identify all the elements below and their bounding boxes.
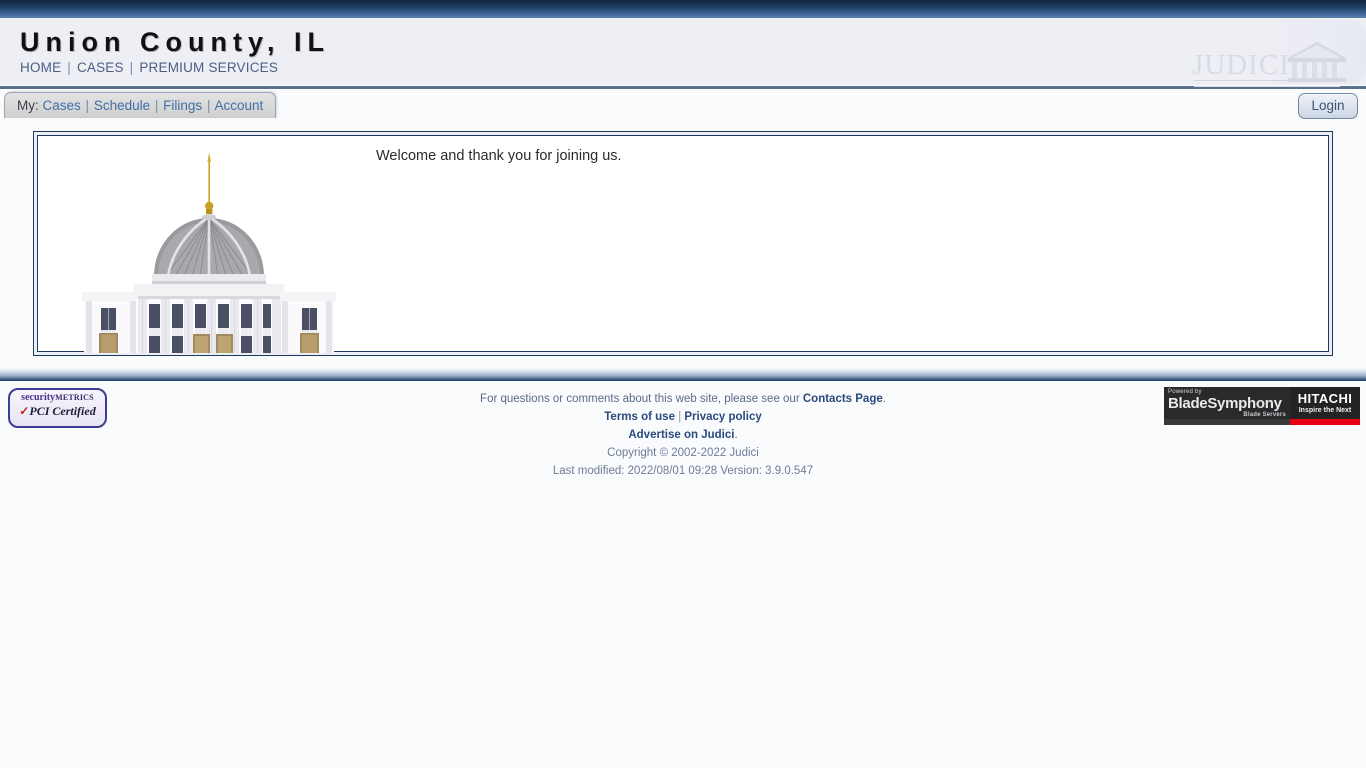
footer-link-separator: | xyxy=(678,411,682,423)
judici-logo[interactable]: JUDICI xyxy=(1192,40,1352,92)
footer-questions-suffix: . xyxy=(882,393,886,405)
hitachi-tagline: Inspire the Next xyxy=(1298,407,1352,414)
hitachi-section: HITACHI Inspire the Next xyxy=(1290,387,1360,425)
pci-certified-label: PCI Certified xyxy=(29,404,96,418)
security-metrics-badge[interactable]: securityMETRICS ✓PCI Certified xyxy=(8,388,107,428)
courthouse-building-illustration xyxy=(82,152,336,353)
contacts-page-link[interactable]: Contacts Page xyxy=(803,393,883,405)
pci-security-text: security xyxy=(21,392,56,403)
footer-contact-line: For questions or comments about this web… xyxy=(0,390,1366,408)
hitachi-red-bar xyxy=(1290,419,1360,425)
secondary-navbar: My: Cases | Schedule | Filings | Account… xyxy=(0,89,1366,121)
nav-link-premium-services[interactable]: PREMIUM SERVICES xyxy=(139,60,278,75)
content-frame-outer: Welcome and thank you for joining us. xyxy=(33,131,1333,356)
version-text: Last modified: 2022/08/01 09:28 Version:… xyxy=(552,465,814,477)
nav-separator: | xyxy=(129,60,134,75)
pci-badge-brand: securityMETRICS xyxy=(10,392,105,404)
primary-nav: HOME | CASES | PREMIUM SERVICES xyxy=(20,60,1366,75)
blade-symphony-banner[interactable]: Powered by BladeSymphony Blade Servers H… xyxy=(1164,387,1360,425)
nav-separator: | xyxy=(67,60,71,75)
site-footer: securityMETRICS ✓PCI Certified For quest… xyxy=(0,381,1366,501)
tab-separator: | xyxy=(154,98,159,113)
footer-questions-prefix: For questions or comments about this web… xyxy=(480,393,803,405)
sidebar-item-cases[interactable]: Cases xyxy=(43,98,81,113)
blade-bottom-bar xyxy=(1164,419,1290,425)
content-frame-inner: Welcome and thank you for joining us. xyxy=(37,135,1329,353)
tab-separator: | xyxy=(85,98,90,113)
pci-certified-text: ✓PCI Certified xyxy=(10,404,105,418)
terms-of-use-link[interactable]: Terms of use xyxy=(604,411,675,423)
sidebar-item-account[interactable]: Account xyxy=(214,98,263,113)
my-tab[interactable]: My: Cases | Schedule | Filings | Account xyxy=(4,92,277,118)
blade-symphony-product: BladeSymphony xyxy=(1168,395,1282,412)
copyright-text: Copyright © 2002-2022 Judici xyxy=(607,447,759,459)
pci-metrics-text: METRICS xyxy=(55,393,94,402)
login-button[interactable]: Login xyxy=(1298,93,1358,119)
privacy-policy-link[interactable]: Privacy policy xyxy=(684,411,761,423)
my-tab-label: My: xyxy=(17,98,39,113)
footer-text-block: For questions or comments about this web… xyxy=(0,381,1366,480)
header-content: Union County, IL HOME | CASES | PREMIUM … xyxy=(0,18,1366,75)
nav-link-cases[interactable]: CASES xyxy=(77,60,124,75)
footer-advertise-suffix: . xyxy=(734,429,738,441)
page-title: Union County, IL xyxy=(20,27,330,57)
blade-servers-label: Blade Servers xyxy=(1243,412,1286,418)
nav-link-home[interactable]: HOME xyxy=(20,60,61,75)
footer-legal-line: Terms of use | Privacy policy xyxy=(0,408,1366,426)
footer-divider xyxy=(0,367,1366,381)
judici-wordmark: JUDICI xyxy=(1192,49,1290,81)
advertise-link[interactable]: Advertise on Judici xyxy=(628,429,734,441)
sidebar-item-filings[interactable]: Filings xyxy=(163,98,202,113)
check-icon: ✓ xyxy=(19,404,30,418)
blade-symphony-section: Powered by BladeSymphony Blade Servers xyxy=(1164,387,1290,425)
tab-separator: | xyxy=(206,98,211,113)
sidebar-item-schedule[interactable]: Schedule xyxy=(94,98,150,113)
courthouse-temple-icon xyxy=(1286,42,1348,82)
site-header: Union County, IL HOME | CASES | PREMIUM … xyxy=(0,18,1366,89)
welcome-message: Welcome and thank you for joining us. xyxy=(376,148,622,164)
hitachi-brand: HITACHI xyxy=(1297,391,1353,406)
footer-advertise-line: Advertise on Judici. xyxy=(0,426,1366,444)
top-gradient-strip xyxy=(0,0,1366,18)
